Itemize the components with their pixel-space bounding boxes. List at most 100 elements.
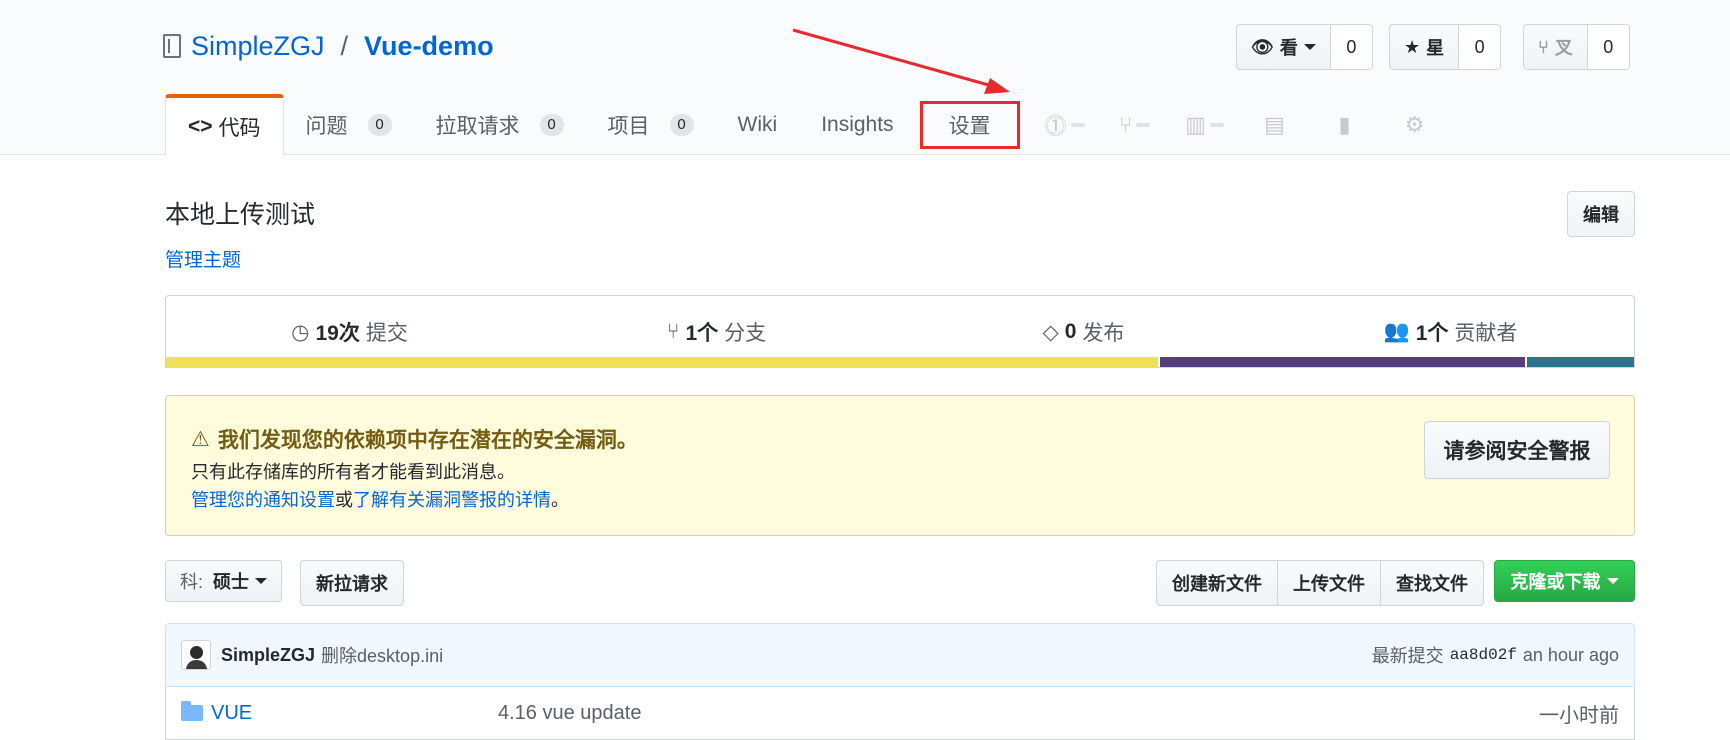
tab-projects-label: 项目 [607, 115, 650, 138]
fork-group: ⑂ 叉 0 [1523, 24, 1630, 70]
project-icon[interactable]: ▥ [1170, 94, 1240, 156]
repo-header: SimpleZGJ / Vue-demo 👁 看 0 ★ 星 0 ⑂ 叉 0 <… [0, 0, 1730, 156]
star-button[interactable]: ★ 星 [1389, 24, 1460, 70]
avatar[interactable] [181, 640, 211, 670]
fork-count[interactable]: 0 [1587, 24, 1630, 70]
create-file-button[interactable]: 创建新文件 [1156, 560, 1278, 606]
fork-icon: ⑂ [1538, 36, 1549, 57]
manage-topics-link[interactable]: 管理主题 [165, 245, 241, 272]
language-bar[interactable] [165, 357, 1635, 368]
commit-age: an hour ago [1522, 644, 1619, 665]
alert-links: 管理您的通知设置或了解有关漏洞警报的详情。 [191, 486, 569, 512]
watch-count[interactable]: 0 [1330, 24, 1373, 70]
watch-button[interactable]: 👁 看 [1236, 24, 1331, 70]
repo-separator: / [340, 30, 349, 61]
tab-pulls-label: 拉取请求 [435, 115, 520, 138]
repo-title: SimpleZGJ / Vue-demo [163, 26, 494, 66]
eye-icon: 👁 [1251, 36, 1274, 57]
tab-pulls[interactable]: 拉取请求 0 [414, 94, 586, 156]
tab-wiki[interactable]: Wiki [716, 94, 800, 156]
latest-commit-label: 最新提交 [1371, 646, 1444, 666]
folder-icon [181, 701, 203, 721]
clone-download-button[interactable]: 克隆或下载 [1494, 560, 1635, 602]
tab-settings[interactable]: 设置 [919, 101, 1020, 149]
alert-title: ⚠ 我们发现您的依赖项中存在潜在的安全漏洞。 [191, 424, 638, 454]
language-segment[interactable] [1525, 357, 1634, 367]
commits-label: 提交 [365, 322, 408, 345]
star-icon: ★ [1404, 36, 1421, 57]
branch-label: 科: [180, 572, 204, 592]
people-icon: 👥 [1383, 320, 1410, 343]
history-icon: ◷ [291, 320, 310, 344]
file-navigation: 科: 硕士 新拉请求 创建新文件 上传文件 查找文件 克隆或下载 [165, 560, 1635, 608]
branch-icon: ⑂ [666, 320, 680, 343]
watch-group: 👁 看 0 [1236, 24, 1373, 70]
vulnerability-alerts-link[interactable]: 了解有关漏洞警报的详情 [353, 490, 551, 510]
star-label: 星 [1426, 38, 1445, 58]
notification-settings-link[interactable]: 管理您的通知设置 [191, 490, 335, 510]
latest-commit-bar: SimpleZGJ 删除desktop.ini 最新提交 aa8d02f an … [165, 623, 1635, 687]
issue-opened-icon[interactable]: ⓵ [1030, 94, 1100, 156]
alert-connector: 或 [335, 490, 353, 510]
code-icon: <> [188, 115, 213, 138]
graph-icon[interactable]: ▮ [1310, 94, 1380, 156]
releases-count: 0 [1064, 320, 1077, 343]
file-actions: 创建新文件 上传文件 查找文件 [1156, 560, 1484, 606]
watch-label: 看 [1279, 38, 1298, 58]
branch-value: 硕士 [213, 572, 250, 592]
tab-projects[interactable]: 项目 0 [586, 94, 716, 156]
star-group: ★ 星 0 [1389, 24, 1502, 70]
fork-button[interactable]: ⑂ 叉 [1523, 24, 1588, 70]
tab-issues-label: 问题 [305, 115, 348, 138]
contributors-label: 贡献者 [1454, 322, 1518, 345]
repo-description: 本地上传测试 [165, 201, 316, 229]
repo-nav: <> 代码 问题 0 拉取请求 0 项目 0 Wiki Insights 设置 … [165, 94, 1450, 156]
pulls-counter: 0 [539, 114, 564, 136]
commit-sha-link[interactable]: aa8d02f [1450, 646, 1517, 664]
book-icon[interactable]: ▤ [1240, 94, 1310, 156]
alert-icon: ⚠ [191, 427, 210, 451]
repo-name-link[interactable]: Vue-demo [364, 31, 494, 62]
commit-author-link[interactable]: SimpleZGJ [221, 645, 315, 666]
table-row: VUE 4.16 vue update 一小时前 [165, 687, 1635, 740]
chevron-down-icon [1606, 578, 1619, 584]
new-pull-request-button[interactable]: 新拉请求 [300, 560, 404, 606]
alert-period: 。 [551, 490, 569, 510]
releases-label: 发布 [1082, 322, 1125, 345]
pull-request-icon[interactable]: ⑂ [1100, 94, 1170, 156]
branches-label: 分支 [724, 322, 767, 345]
chevron-down-icon [255, 578, 268, 584]
upload-file-button[interactable]: 上传文件 [1277, 560, 1381, 606]
view-security-alerts-button[interactable]: 请参阅安全警报 [1424, 421, 1610, 479]
commit-message-link[interactable]: 删除desktop.ini [321, 642, 443, 668]
contributors-count: 1个 [1415, 322, 1449, 345]
repo-book-icon [163, 34, 181, 58]
language-segment[interactable] [1158, 357, 1526, 367]
file-age: 一小时前 [1539, 704, 1619, 727]
tab-insights[interactable]: Insights [799, 94, 915, 156]
clone-label: 克隆或下载 [1510, 572, 1601, 592]
fork-label: 叉 [1554, 38, 1573, 58]
find-file-button[interactable]: 查找文件 [1380, 560, 1484, 606]
alert-title-text: 我们发现您的依赖项中存在潜在的安全漏洞。 [217, 429, 638, 452]
tab-issues[interactable]: 问题 0 [284, 94, 414, 156]
branches-count: 1个 [685, 322, 719, 345]
star-count[interactable]: 0 [1459, 24, 1502, 70]
gear-icon[interactable]: ⚙ [1380, 94, 1450, 156]
repo-owner-link[interactable]: SimpleZGJ [191, 31, 325, 62]
issues-counter: 0 [367, 114, 392, 136]
alert-owner-note: 只有此存储库的所有者才能看到此消息。 [191, 462, 515, 482]
language-segment[interactable] [166, 357, 1159, 367]
file-commit-message-link[interactable]: 4.16 vue update [498, 702, 641, 725]
branch-select[interactable]: 科: 硕士 [165, 560, 283, 602]
edit-button[interactable]: 编辑 [1567, 191, 1635, 237]
tab-settings-label: 设置 [948, 115, 991, 138]
security-alert: ⚠ 我们发现您的依赖项中存在潜在的安全漏洞。 只有此存储库的所有者才能看到此消息… [165, 395, 1635, 536]
commit-meta: 最新提交 aa8d02f an hour ago [1372, 642, 1619, 668]
tab-code[interactable]: <> 代码 [165, 94, 284, 156]
chevron-down-icon [1303, 44, 1316, 50]
tag-icon: ◇ [1042, 320, 1059, 344]
file-name-link[interactable]: VUE [211, 702, 498, 725]
tab-code-label: 代码 [218, 117, 261, 140]
projects-counter: 0 [669, 114, 694, 136]
